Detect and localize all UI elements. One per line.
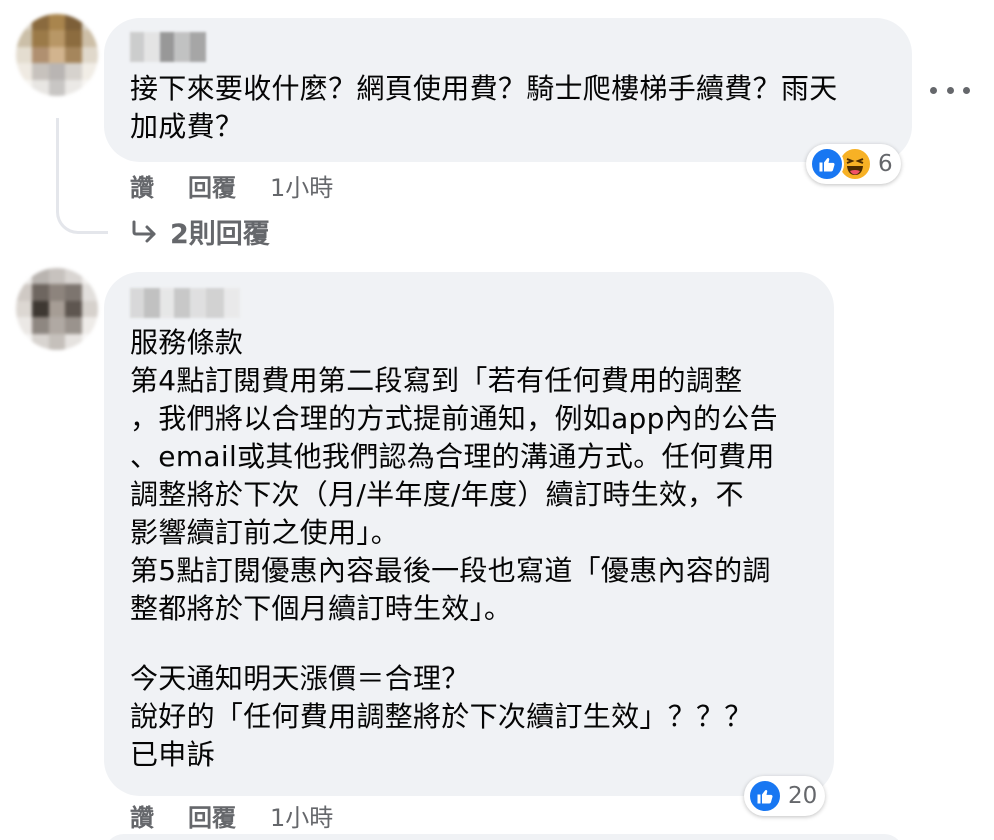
commenter-name[interactable] xyxy=(130,288,240,318)
reaction-count: 20 xyxy=(788,783,818,809)
comment-actions: 讚 回覆 1小時 xyxy=(130,168,333,203)
reply-arrow-icon xyxy=(132,220,156,242)
like-button[interactable]: 讚 xyxy=(130,168,154,203)
comment-actions: 讚 回覆 1小時 xyxy=(130,798,333,833)
next-comment-bubble xyxy=(104,834,904,840)
reply-button[interactable]: 回覆 xyxy=(188,798,236,833)
timestamp[interactable]: 1小時 xyxy=(270,798,333,833)
more-dot xyxy=(963,86,970,94)
view-replies-link[interactable]: 2則回覆 xyxy=(130,212,270,251)
comments-section: 接下來要收什麼？網頁使用費？騎士爬樓梯手續費？雨天 加成費？ 6 讚 回覆 1小… xyxy=(0,0,994,840)
more-dot xyxy=(930,86,937,94)
more-dot xyxy=(946,86,954,94)
reaction-summary[interactable]: 6 xyxy=(806,144,901,184)
reaction-summary[interactable]: 20 xyxy=(744,776,826,816)
comment-text-continued: 今天通知明天漲價＝合理？ 說好的「任何費用調整將於下次續訂生效」？？？ 已申訴 xyxy=(130,662,753,771)
more-options-button[interactable] xyxy=(930,78,970,102)
like-icon xyxy=(748,779,782,813)
reply-button[interactable]: 回覆 xyxy=(188,168,236,203)
replies-count-label: 2則回覆 xyxy=(170,219,270,250)
like-button[interactable]: 讚 xyxy=(130,798,154,833)
commenter-name[interactable] xyxy=(130,32,206,62)
comment-text: 接下來要收什麼？網頁使用費？騎士爬樓梯手續費？雨天 加成費？ xyxy=(130,72,838,143)
like-icon xyxy=(810,147,844,181)
reaction-count: 6 xyxy=(878,151,893,177)
comment-text: 服務條款 第4點訂閱費用第二段寫到「若有任何費用的調整 ，我們將以合理的方式提前… xyxy=(130,326,778,625)
avatar[interactable] xyxy=(16,268,98,350)
avatar[interactable] xyxy=(16,14,98,96)
timestamp[interactable]: 1小時 xyxy=(270,168,333,203)
thread-connector xyxy=(56,118,108,234)
